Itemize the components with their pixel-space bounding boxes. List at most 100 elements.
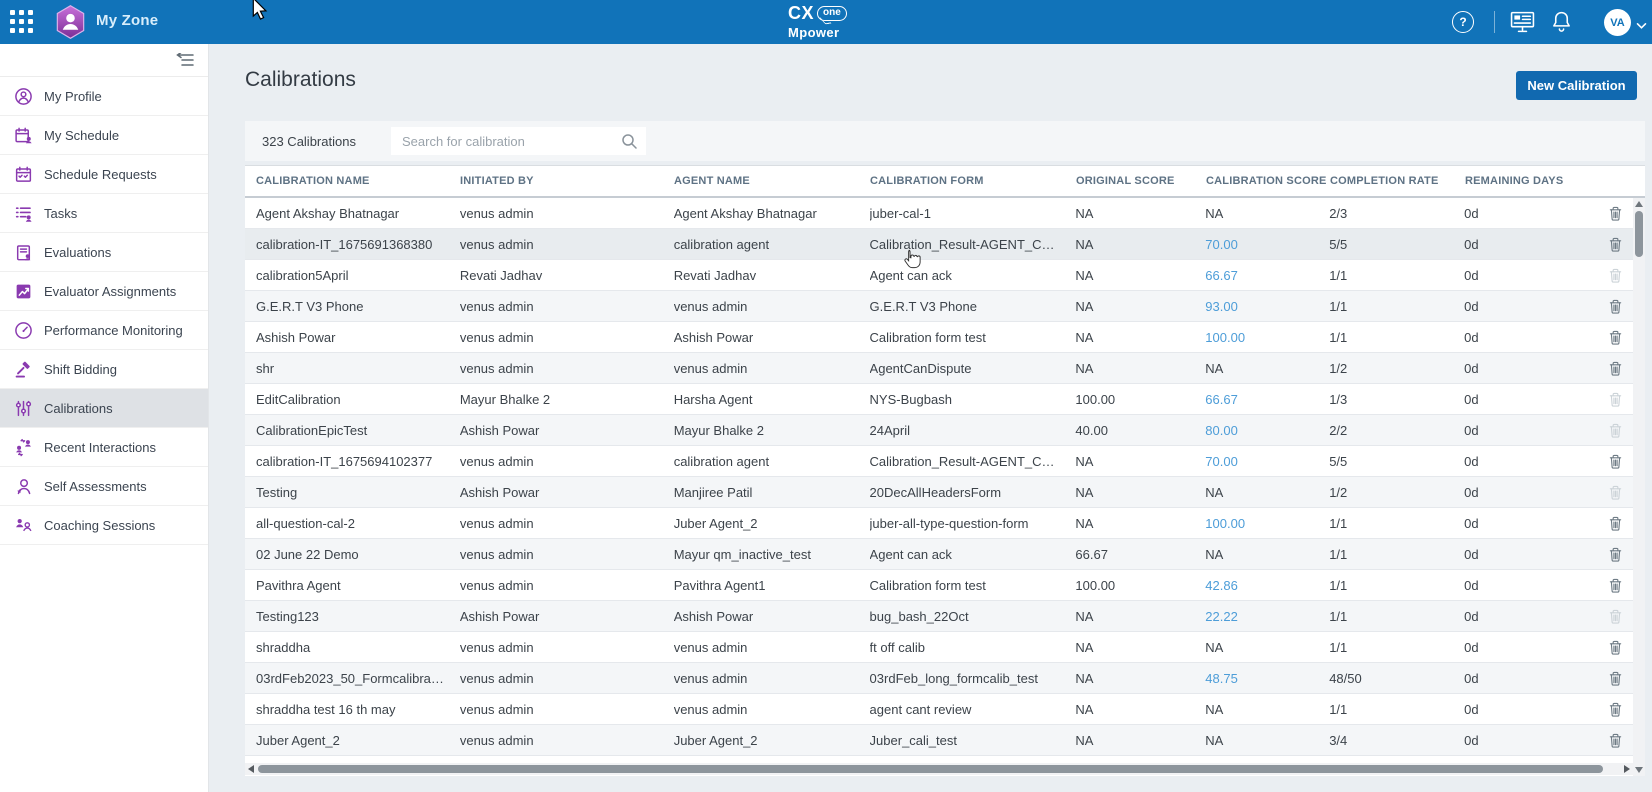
table-row[interactable]: EditCalibrationMayur Bhalke 2Harsha Agen… (245, 384, 1633, 415)
delete-calibration-icon[interactable] (1597, 205, 1633, 222)
search-input[interactable] (391, 127, 627, 155)
cell-calibration-score[interactable]: 22.22 (1205, 609, 1329, 624)
delete-calibration-icon[interactable] (1597, 546, 1633, 563)
evaluations-icon (14, 243, 33, 262)
cell-calibration-score[interactable]: 100.00 (1205, 516, 1329, 531)
scroll-left-arrow-icon[interactable] (248, 765, 254, 773)
table-row[interactable]: calibration-IT_1675691368380venus adminc… (245, 229, 1633, 260)
cell-calibration-score[interactable]: 70.00 (1205, 237, 1329, 252)
cell-calibration-name: Testing123 (256, 609, 460, 624)
help-icon[interactable]: ? (1452, 11, 1474, 33)
scroll-right-arrow-icon[interactable] (1624, 765, 1630, 773)
table-row[interactable]: calibration5AprilRevati JadhavRevati Jad… (245, 260, 1633, 291)
cell-calibration-score: NA (1205, 547, 1329, 562)
user-avatar[interactable]: VA (1604, 9, 1631, 36)
sidebar-item-shift-bidding[interactable]: Shift Bidding (0, 350, 208, 389)
column-header-completion-rate[interactable]: COMPLETION RATE (1330, 175, 1465, 187)
cell-original-score: 100.00 (1075, 392, 1205, 407)
table-row[interactable]: TestingAshish PowarManjiree Patil20DecAl… (245, 477, 1633, 508)
collapse-sidebar-icon[interactable] (176, 53, 194, 72)
cell-completion-rate: 48/50 (1329, 671, 1464, 686)
sidebar-item-schedule-requests[interactable]: Schedule Requests (0, 155, 208, 194)
cell-calibration-score[interactable]: 100.00 (1205, 330, 1329, 345)
delete-calibration-icon[interactable] (1597, 639, 1633, 656)
delete-calibration-icon[interactable] (1597, 670, 1633, 687)
column-header-calibration-score[interactable]: CALIBRATION SCORE (1206, 175, 1330, 187)
search-icon[interactable] (621, 133, 638, 155)
sidebar-item-performance-monitoring[interactable]: Performance Monitoring (0, 311, 208, 350)
new-calibration-button[interactable]: New Calibration (1516, 71, 1637, 100)
notifications-bell-icon[interactable] (1551, 10, 1572, 38)
table-row[interactable]: 03rdFeb2023_50_Formcalibratio...venus ad… (245, 663, 1633, 694)
cell-calibration-score[interactable]: 66.67 (1205, 392, 1329, 407)
sidebar-item-evaluations[interactable]: Evaluations (0, 233, 208, 272)
cell-completion-rate: 3/4 (1329, 733, 1464, 748)
cell-calibration-score[interactable]: 42.86 (1205, 578, 1329, 593)
account-chevron-down-icon[interactable] (1636, 17, 1647, 35)
cell-completion-rate: 1/1 (1329, 268, 1464, 283)
sidebar-item-my-schedule[interactable]: My Schedule (0, 116, 208, 155)
cell-calibration-score[interactable]: 66.67 (1205, 268, 1329, 283)
cell-remaining-days: 0d (1464, 423, 1597, 438)
table-row[interactable]: 02 June 22 Demovenus adminMayur qm_inact… (245, 539, 1633, 570)
announcements-icon[interactable] (1510, 11, 1535, 38)
column-header-calibration-name[interactable]: CALIBRATION NAME (256, 175, 460, 187)
table-row[interactable]: Agent Akshay Bhatnagarvenus adminAgent A… (245, 198, 1633, 229)
column-header-agent-name[interactable]: AGENT NAME (674, 175, 870, 187)
column-header-initiated-by[interactable]: INITIATED BY (460, 175, 674, 187)
app-launcher-icon[interactable] (10, 10, 33, 33)
horizontal-scrollbar[interactable] (245, 763, 1633, 775)
delete-calibration-icon[interactable] (1597, 236, 1633, 253)
cell-calibration-form: 24April (870, 423, 1076, 438)
cell-calibration-name: Ashish Powar (256, 330, 460, 345)
cell-initiated-by: venus admin (460, 578, 674, 593)
sidebar-item-calibrations[interactable]: Calibrations (0, 389, 208, 428)
table-row[interactable]: Pavithra Agentvenus adminPavithra Agent1… (245, 570, 1633, 601)
delete-calibration-icon[interactable] (1597, 453, 1633, 470)
sidebar-item-coaching-sessions[interactable]: Coaching Sessions (0, 506, 208, 545)
cell-remaining-days: 0d (1464, 702, 1597, 717)
delete-calibration-icon[interactable] (1597, 515, 1633, 532)
vertical-scrollbar-thumb[interactable] (1635, 211, 1643, 257)
vertical-scrollbar[interactable] (1633, 198, 1645, 776)
sidebar-item-recent-interactions[interactable]: Recent Interactions (0, 428, 208, 467)
scroll-down-arrow-icon[interactable] (1635, 767, 1643, 773)
column-header-remaining-days[interactable]: REMAINING DAYS (1465, 175, 1598, 187)
delete-calibration-icon[interactable] (1597, 701, 1633, 718)
table-row[interactable]: Ashish Powarvenus adminAshish PowarCalib… (245, 322, 1633, 353)
table-row[interactable]: shraddhavenus adminvenus adminft off cal… (245, 632, 1633, 663)
table-row[interactable]: CalibrationEpicTestAshish PowarMayur Bha… (245, 415, 1633, 446)
sidebar-item-label: My Profile (44, 89, 102, 104)
delete-calibration-icon[interactable] (1597, 298, 1633, 315)
cell-calibration-name: calibration-IT_1675691368380 (256, 237, 460, 252)
table-row[interactable]: Juber Agent_2venus adminJuber Agent_2Jub… (245, 725, 1633, 756)
cell-calibration-score[interactable]: 93.00 (1205, 299, 1329, 314)
table-row[interactable]: calibration-IT_1675694102377venus adminc… (245, 446, 1633, 477)
delete-calibration-icon[interactable] (1597, 732, 1633, 749)
cell-calibration-score[interactable]: 80.00 (1205, 423, 1329, 438)
delete-calibration-icon[interactable] (1597, 360, 1633, 377)
column-header-calibration-form[interactable]: CALIBRATION FORM (870, 175, 1076, 187)
sidebar-item-self-assessments[interactable]: Self Assessments (0, 467, 208, 506)
cell-original-score: 100.00 (1075, 578, 1205, 593)
cell-calibration-score[interactable]: 48.75 (1205, 671, 1329, 686)
table-row[interactable]: shraddha test 16 th mayvenus adminvenus … (245, 694, 1633, 725)
delete-calibration-icon[interactable] (1597, 329, 1633, 346)
sidebar-item-evaluator-assignments[interactable]: Evaluator Assignments (0, 272, 208, 311)
cell-remaining-days: 0d (1464, 237, 1597, 252)
table-row[interactable]: G.E.R.T V3 Phonevenus adminvenus adminG.… (245, 291, 1633, 322)
horizontal-scrollbar-thumb[interactable] (258, 765, 1603, 773)
scroll-up-arrow-icon[interactable] (1635, 201, 1643, 207)
table-row[interactable]: all-question-cal-2venus adminJuber Agent… (245, 508, 1633, 539)
table-row[interactable]: Testing123Ashish PowarAshish Powarbug_ba… (245, 601, 1633, 632)
column-header-original-score[interactable]: ORIGINAL SCORE (1076, 175, 1206, 187)
cell-completion-rate: 1/2 (1329, 361, 1464, 376)
table-row[interactable]: shrvenus adminvenus adminAgentCanDispute… (245, 353, 1633, 384)
delete-calibration-icon[interactable] (1597, 577, 1633, 594)
sidebar-item-my-profile[interactable]: My Profile (0, 77, 208, 116)
cell-calibration-score[interactable]: 70.00 (1205, 454, 1329, 469)
sidebar-item-tasks[interactable]: Tasks (0, 194, 208, 233)
brand-mpower: Mpower (788, 26, 847, 39)
cell-initiated-by: venus admin (460, 237, 674, 252)
cell-initiated-by: Ashish Powar (460, 423, 674, 438)
